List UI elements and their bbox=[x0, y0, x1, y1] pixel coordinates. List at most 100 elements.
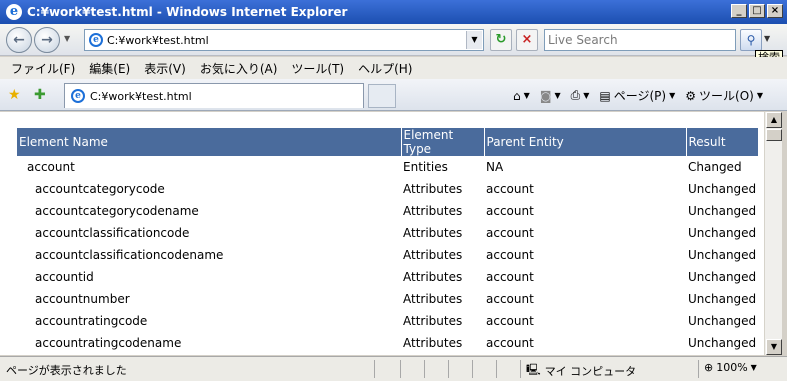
vertical-scrollbar[interactable]: ▲ ▼ bbox=[764, 112, 782, 355]
address-bar: ← → ▼ e ▼ ↻ × ⚲ ▼ bbox=[0, 24, 787, 56]
page-menu-button[interactable]: ▤ ページ(P) ▼ bbox=[599, 87, 675, 104]
search-icon[interactable]: ⚲ bbox=[740, 29, 762, 51]
rss-icon: ◙ bbox=[539, 88, 552, 103]
header-parent-entity: Parent Entity bbox=[484, 128, 687, 156]
address-field[interactable]: e ▼ bbox=[84, 29, 484, 51]
add-favorite-icon[interactable]: ✚ bbox=[34, 87, 46, 103]
zoom-icon: ⊕ bbox=[704, 361, 714, 374]
cell-parent-entity: account bbox=[486, 226, 534, 240]
table-row: accountcategorycode Attributes account U… bbox=[17, 178, 758, 200]
address-dropdown-icon[interactable]: ▼ bbox=[466, 31, 482, 49]
print-button[interactable]: ⎙ ▼ bbox=[571, 88, 590, 103]
title-bar: e C:¥work¥test.html - Windows Internet E… bbox=[0, 0, 787, 24]
table-row: accountid Attributes account Unchanged bbox=[17, 266, 758, 288]
scroll-up-icon[interactable]: ▲ bbox=[766, 112, 782, 128]
menu-favorites[interactable]: お気に入り(A) bbox=[193, 60, 285, 77]
cell-element-type: Entities bbox=[403, 160, 448, 174]
menu-edit[interactable]: 編集(E) bbox=[82, 60, 137, 77]
ie-logo-icon: e bbox=[6, 4, 22, 20]
scroll-down-icon[interactable]: ▼ bbox=[766, 339, 782, 355]
table-header-row: Element Name Element Type Parent Entity … bbox=[17, 128, 759, 156]
command-bar: ⌂ ▼ ◙ ▼ ⎙ ▼ ▤ ページ(P) ▼ ⚙ ツール(O) ▼ bbox=[513, 87, 763, 104]
menu-view[interactable]: 表示(V) bbox=[137, 60, 193, 77]
cell-result: Unchanged bbox=[688, 182, 757, 196]
feeds-button[interactable]: ◙ ▼ bbox=[540, 89, 561, 103]
security-zone[interactable]: 🖳 マイ コンピュータ bbox=[526, 361, 636, 380]
zoom-level: 100% bbox=[716, 361, 748, 374]
home-icon: ⌂ bbox=[513, 88, 521, 103]
cell-element-type: Attributes bbox=[403, 182, 463, 196]
search-options-icon[interactable]: ▼ bbox=[764, 34, 770, 43]
results-table: Element Name Element Type Parent Entity … bbox=[17, 128, 759, 354]
search-box[interactable] bbox=[544, 29, 736, 51]
cell-parent-entity: account bbox=[486, 204, 534, 218]
history-dropdown-icon[interactable]: ▼ bbox=[64, 34, 70, 43]
page-icon: e bbox=[71, 89, 85, 103]
cell-element-type: Attributes bbox=[403, 204, 463, 218]
gear-icon: ⚙ bbox=[685, 88, 697, 103]
home-button[interactable]: ⌂ ▼ bbox=[513, 89, 530, 103]
cell-element-name: accountnumber bbox=[35, 292, 130, 306]
maximize-button[interactable]: □ bbox=[749, 4, 765, 18]
tab-title: C:¥work¥test.html bbox=[90, 89, 192, 103]
cell-element-name: accountratingcode bbox=[35, 314, 148, 328]
close-button[interactable]: × bbox=[767, 4, 783, 18]
cell-result: Unchanged bbox=[688, 248, 757, 262]
cell-element-type: Attributes bbox=[403, 336, 463, 350]
cell-element-name: accountcategorycode bbox=[35, 182, 165, 196]
zoom-dropdown-icon[interactable]: ▼ bbox=[751, 363, 757, 372]
tab-current[interactable]: e C:¥work¥test.html bbox=[64, 83, 364, 108]
tab-bar: ★ ✚ e C:¥work¥test.html ⌂ ▼ ◙ ▼ ⎙ ▼ ▤ ページ(P)… bbox=[0, 79, 787, 111]
forward-button[interactable]: → bbox=[34, 27, 60, 53]
cell-result: Unchanged bbox=[688, 270, 757, 284]
table-row: accountratingcodename Attributes account… bbox=[17, 332, 758, 354]
cell-element-name: accountclassificationcode bbox=[35, 226, 190, 240]
table-row: accountnumber Attributes account Unchang… bbox=[17, 288, 758, 310]
page-icon: ▤ bbox=[599, 88, 611, 103]
table-row: accountclassificationcode Attributes acc… bbox=[17, 222, 758, 244]
menu-bar: ファイル(F) 編集(E) 表示(V) お気に入り(A) ツール(T) ヘルプ(… bbox=[0, 57, 787, 79]
menu-file[interactable]: ファイル(F) bbox=[4, 60, 82, 77]
page-icon: e bbox=[89, 33, 103, 47]
cell-parent-entity: account bbox=[486, 248, 534, 262]
minimize-button[interactable]: _ bbox=[731, 4, 747, 18]
cell-parent-entity: account bbox=[486, 292, 534, 306]
refresh-button[interactable]: ↻ bbox=[490, 29, 512, 51]
cell-element-name: account bbox=[27, 160, 75, 174]
cell-result: Unchanged bbox=[688, 226, 757, 240]
cell-element-type: Attributes bbox=[403, 292, 463, 306]
cell-element-type: Attributes bbox=[403, 270, 463, 284]
url-input[interactable] bbox=[107, 33, 467, 47]
cell-element-type: Attributes bbox=[403, 248, 463, 262]
cell-element-name: accountratingcodename bbox=[35, 336, 182, 350]
cell-element-name: accountcategorycodename bbox=[35, 204, 199, 218]
cell-parent-entity: account bbox=[486, 314, 534, 328]
cell-element-name: accountclassificationcodename bbox=[35, 248, 224, 262]
cell-result: Unchanged bbox=[688, 336, 757, 350]
cell-parent-entity: account bbox=[486, 336, 534, 350]
status-text: ページが表示されました bbox=[6, 364, 127, 377]
cell-element-type: Attributes bbox=[403, 314, 463, 328]
menu-tools[interactable]: ツール(T) bbox=[284, 60, 351, 77]
cell-element-type: Attributes bbox=[403, 226, 463, 240]
cell-result: Unchanged bbox=[688, 314, 757, 328]
scroll-thumb[interactable] bbox=[766, 129, 782, 141]
cell-parent-entity: account bbox=[486, 182, 534, 196]
new-tab-button[interactable] bbox=[368, 84, 396, 108]
cell-result: Unchanged bbox=[688, 292, 757, 306]
zoom-control[interactable]: ⊕ 100% ▼ bbox=[704, 361, 757, 374]
cell-parent-entity: NA bbox=[486, 160, 504, 174]
cell-parent-entity: account bbox=[486, 270, 534, 284]
search-input[interactable] bbox=[545, 30, 731, 50]
printer-icon: ⎙ bbox=[570, 88, 581, 102]
favorites-star-icon[interactable]: ★ bbox=[8, 87, 21, 103]
page-content: Element Name Element Type Parent Entity … bbox=[0, 112, 764, 355]
tools-menu-button[interactable]: ⚙ ツール(O) ▼ bbox=[685, 87, 763, 104]
cell-result: Changed bbox=[688, 160, 742, 174]
computer-icon: 🖳 bbox=[526, 363, 541, 376]
menu-help[interactable]: ヘルプ(H) bbox=[351, 60, 419, 77]
header-result: Result bbox=[686, 128, 759, 156]
back-button[interactable]: ← bbox=[6, 27, 32, 53]
stop-button[interactable]: × bbox=[516, 29, 538, 51]
status-bar: ページが表示されました 🖳 マイ コンピュータ ⊕ 100% ▼ bbox=[0, 356, 787, 381]
